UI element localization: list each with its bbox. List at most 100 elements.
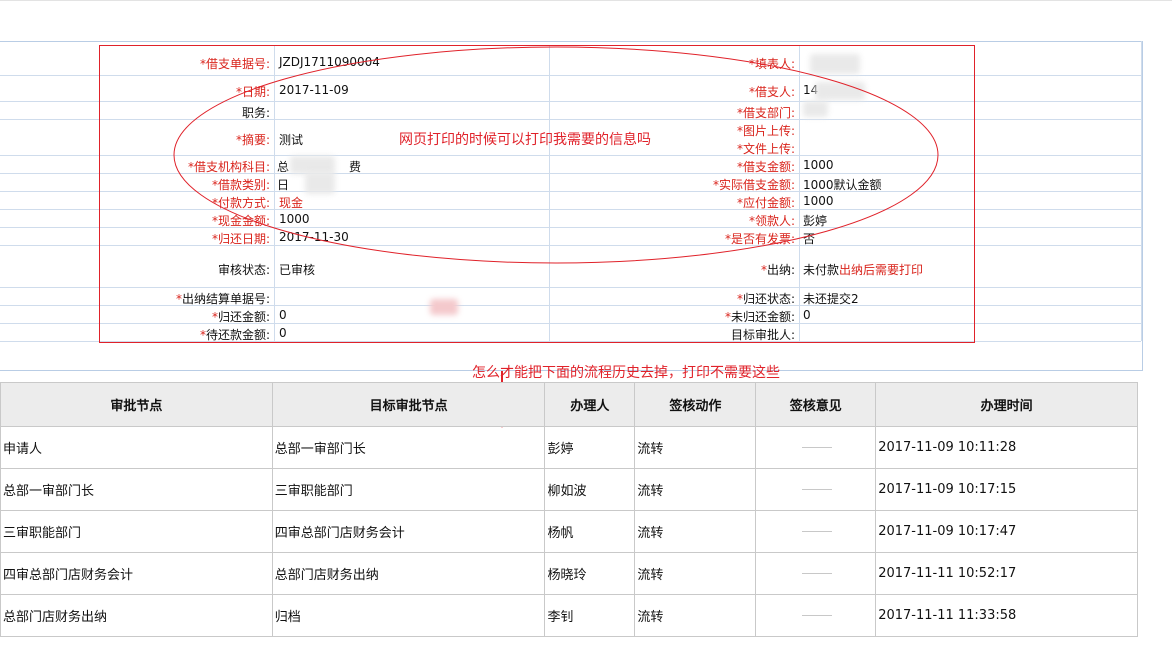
value-date: 2017-11-09 [279, 83, 349, 97]
form-col-line [1141, 41, 1142, 341]
cell-approval-node: 四审总部门店财务会计 [0, 552, 273, 595]
form-col-line [274, 45, 275, 342]
value-account-suffix: 费 [349, 160, 362, 174]
cell-target-node: 四审总部门店财务会计 [271, 510, 546, 553]
label-audit-status: 审核状态: [217, 263, 270, 277]
redacted-mark [430, 299, 458, 315]
cell-opinion [755, 468, 877, 511]
cell-target-node: 归档 [271, 594, 546, 637]
value-returned-amount: 0 [279, 308, 287, 322]
cell-approval-node: 总部门店财务出纳 [0, 594, 273, 637]
label-loan-doc-no: *借支单据号: [199, 57, 270, 71]
annotation-print-question: 网页打印的时候可以打印我需要的信息吗 [399, 132, 651, 148]
label-returned-amount: *归还金额: [211, 310, 270, 324]
label-filler: *填表人: [748, 57, 795, 71]
label-recipient: *领款人: [748, 214, 795, 228]
cell-target-node: 总部门店财务出纳 [271, 552, 546, 595]
label-actual-loan-amount: *实际借支金额: [712, 178, 795, 192]
cell-handler: 杨晓玲 [544, 552, 636, 595]
annotation-remove-question: 怎么才能把下面的流程历史去掉，打印不需要这些 [472, 365, 780, 381]
col-header-action: 签核动作 [634, 382, 757, 427]
label-unreturned-amount: *未归还金额: [724, 310, 795, 324]
label-pending-amount: *待还款金额: [199, 328, 270, 342]
cell-handler: 彭婷 [544, 426, 636, 469]
value-loan-amount: 1000 [803, 158, 834, 172]
cashier-print-note: 出纳后需要打印 [839, 263, 924, 277]
col-header-approval-node: 审批节点 [0, 382, 273, 427]
value-payable-amount: 1000 [803, 194, 834, 208]
table-row: 四审总部门店财务会计 总部门店财务出纳 杨晓玲 流转 2017-11-11 10… [0, 552, 1138, 595]
label-target-approver: 目标审批人: [730, 328, 795, 342]
cell-handler: 杨帆 [544, 510, 636, 553]
cell-time: 2017-11-09 10:17:47 [875, 510, 1138, 553]
value-loan-type: 日 [277, 178, 290, 192]
table-row: 三审职能部门 四审总部门店财务会计 杨帆 流转 2017-11-09 10:17… [0, 510, 1138, 553]
cell-approval-node: 三审职能部门 [0, 510, 273, 553]
label-payable-amount: *应付金额: [736, 196, 795, 210]
redacted-department [803, 101, 828, 117]
value-has-invoice: 否 [803, 232, 816, 246]
value-payment-method: 现金 [279, 196, 304, 210]
cell-target-node: 三审职能部门 [271, 468, 546, 511]
flow-history-table: 审批节点 目标审批节点 办理人 签核动作 签核意见 办理时间 申请人 总部一审部… [0, 382, 1138, 637]
col-header-target-node: 目标审批节点 [271, 382, 546, 427]
label-position: 职务: [241, 106, 270, 120]
label-borrower: *借支人: [748, 85, 795, 99]
cell-action: 流转 [634, 468, 757, 511]
label-return-status: *归还状态: [736, 292, 795, 306]
table-header-row: 审批节点 目标审批节点 办理人 签核动作 签核意见 办理时间 [0, 382, 1138, 427]
cell-opinion [755, 510, 877, 553]
label-account-subject: *借支机构科目: [187, 160, 270, 174]
label-cash-amount: *现金金额: [211, 214, 270, 228]
value-cash-amount: 1000 [279, 212, 310, 226]
cell-approval-node: 申请人 [0, 426, 273, 469]
label-summary: *摘要: [235, 133, 270, 147]
table-row: 总部门店财务出纳 归档 李钊 流转 2017-11-11 11:33:58 [0, 594, 1138, 637]
col-header-opinion: 签核意见 [755, 382, 877, 427]
form-col-line [549, 45, 550, 342]
label-loan-type: *借款类别: [211, 178, 270, 192]
value-loan-doc-no: JZDJ1711090004 [279, 55, 380, 69]
label-loan-amount: *借支金额: [736, 160, 795, 174]
cell-action: 流转 [634, 426, 757, 469]
form-row-line [0, 75, 1141, 76]
form-row-line [0, 101, 1141, 102]
label-payment-method: *付款方式: [211, 196, 270, 210]
value-actual-loan-amount: 1000默认金额 [803, 178, 882, 192]
label-cashier: *出纳: [760, 263, 795, 277]
value-recipient: 彭婷 [803, 214, 828, 228]
label-has-invoice: *是否有发票: [724, 232, 795, 246]
cell-time: 2017-11-09 10:17:15 [875, 468, 1138, 511]
label-return-date: *归还日期: [211, 232, 270, 246]
form-row-line [0, 287, 1141, 288]
cell-time: 2017-11-11 11:33:58 [875, 594, 1138, 637]
value-cashier: 未付款出纳后需要打印 [803, 263, 924, 277]
value-return-status: 未还提交2 [803, 292, 859, 306]
cell-action: 流转 [634, 552, 757, 595]
value-unreturned-amount: 0 [803, 308, 811, 322]
value-audit-status: 已审核 [279, 263, 316, 277]
label-date: *日期: [235, 85, 270, 99]
label-department: *借支部门: [736, 106, 795, 120]
form-row-line [0, 155, 1141, 156]
cell-action: 流转 [634, 510, 757, 553]
cell-opinion [755, 594, 877, 637]
label-cashier-doc-no: *出纳结算单据号: [175, 292, 270, 306]
cell-handler: 柳如波 [544, 468, 636, 511]
redacted-borrower [815, 82, 865, 100]
col-header-time: 办理时间 [875, 382, 1138, 427]
cell-opinion [755, 552, 877, 595]
cell-target-node: 总部一审部门长 [271, 426, 546, 469]
cell-time: 2017-11-09 10:11:28 [875, 426, 1138, 469]
col-header-handler: 办理人 [544, 382, 636, 427]
cell-time: 2017-11-11 10:52:17 [875, 552, 1138, 595]
value-pending-amount: 0 [279, 326, 287, 340]
table-row: 总部一审部门长 三审职能部门 柳如波 流转 2017-11-09 10:17:1… [0, 468, 1138, 511]
cell-opinion [755, 426, 877, 469]
cell-handler: 李钊 [544, 594, 636, 637]
cell-approval-node: 总部一审部门长 [0, 468, 273, 511]
table-row: 申请人 总部一审部门长 彭婷 流转 2017-11-09 10:11:28 [0, 426, 1138, 469]
value-return-date: 2017-11-30 [279, 230, 349, 244]
top-divider [0, 0, 1172, 1]
value-account-subject: 总 [277, 160, 290, 174]
